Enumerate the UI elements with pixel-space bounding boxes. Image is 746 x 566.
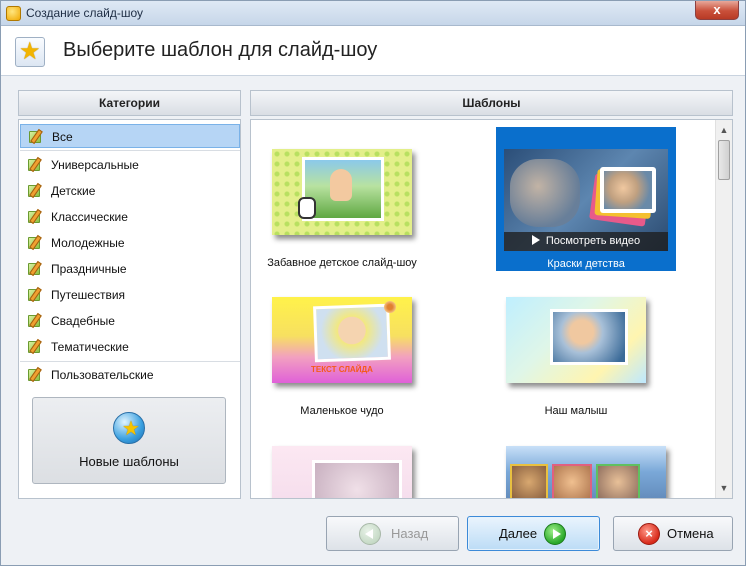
category-item-holiday[interactable]: Праздничные: [20, 257, 240, 281]
category-item-universal[interactable]: Универсальные: [20, 153, 240, 177]
template-gallery: Забавное детское слайд-шоу Посмотреть ви…: [250, 119, 733, 499]
cancel-button[interactable]: × Отмена: [613, 516, 733, 551]
category-label: Пользовательские: [51, 368, 154, 382]
template-caption: Наш малыш: [544, 405, 608, 417]
category-label: Тематические: [51, 340, 129, 354]
category-item-classic[interactable]: Классические: [20, 205, 240, 229]
template-tile[interactable]: Наш малыш: [486, 275, 666, 419]
template-thumbnail: [272, 149, 412, 235]
divider: [20, 361, 240, 362]
template-photo-child: [330, 169, 352, 201]
category-item-wedding[interactable]: Свадебные: [20, 309, 240, 333]
template-thumbnail: [506, 297, 646, 383]
divider: [20, 150, 240, 151]
next-arrow-icon: [544, 523, 566, 545]
category-item-custom[interactable]: Пользовательские: [20, 363, 240, 387]
category-label: Классические: [51, 210, 128, 224]
preview-video-label: Посмотреть видео: [545, 235, 641, 247]
template-tile-selected[interactable]: Посмотреть видео Краски детства: [496, 127, 676, 271]
category-label: Молодежные: [51, 236, 125, 250]
category-item-thematic[interactable]: Тематические: [20, 335, 240, 359]
template-tile[interactable]: [252, 424, 432, 498]
template-thumbnail: [506, 446, 666, 498]
flower-decoration: [384, 301, 396, 313]
category-icon: [28, 263, 40, 275]
globe-star-icon: ★: [113, 412, 145, 444]
title-bar[interactable]: Создание слайд-шоу x: [1, 1, 745, 26]
template-photo: [312, 460, 402, 498]
scroll-down-icon[interactable]: ▼: [716, 480, 732, 496]
category-list: Все Универсальные Детские Классические М…: [18, 119, 241, 499]
template-card: [600, 167, 656, 213]
app-icon: [6, 6, 21, 21]
template-photo: [313, 303, 391, 363]
templates-header: Шаблоны: [250, 90, 733, 116]
preview-video-button[interactable]: Посмотреть видео: [504, 232, 668, 251]
category-icon: [29, 131, 41, 143]
template-tile[interactable]: ТЕКСТ СЛАЙДА Маленькое чудо: [252, 275, 432, 419]
category-item-kids[interactable]: Детские: [20, 179, 240, 203]
category-icon: [28, 315, 40, 327]
wizard-header: ★ Выберите шаблон для слайд-шоу: [1, 26, 745, 76]
window-title: Создание слайд-шоу: [26, 6, 143, 20]
template-caption: Маленькое чудо: [300, 405, 384, 417]
categories-header: Категории: [18, 90, 241, 116]
category-icon: [28, 237, 40, 249]
template-caption: Краски детства: [547, 258, 625, 270]
window-close-button[interactable]: x: [695, 1, 739, 20]
template-overlay-text: ТЕКСТ СЛАЙДА: [311, 365, 373, 374]
category-item-all[interactable]: Все: [20, 124, 240, 148]
category-icon: [28, 211, 40, 223]
new-templates-button[interactable]: ★ Новые шаблоны: [32, 397, 226, 484]
template-photo: [596, 464, 640, 498]
template-photo-dog: [298, 197, 316, 219]
back-button[interactable]: Назад: [326, 516, 459, 551]
back-label: Назад: [391, 526, 429, 541]
category-item-travel[interactable]: Путешествия: [20, 283, 240, 307]
back-arrow-icon: [359, 523, 381, 545]
template-photo: [552, 464, 592, 498]
next-label: Далее: [499, 526, 538, 541]
category-label: Универсальные: [51, 158, 139, 172]
star-icon: ★: [15, 37, 45, 67]
template-tile[interactable]: Забавное детское слайд-шоу: [252, 127, 432, 271]
scrollbar-thumb[interactable]: [718, 140, 730, 180]
category-label: Свадебные: [51, 314, 115, 328]
page-title: Выберите шаблон для слайд-шоу: [63, 39, 378, 61]
category-item-youth[interactable]: Молодежные: [20, 231, 240, 255]
category-label: Все: [52, 130, 73, 144]
category-icon: [28, 369, 40, 381]
template-photo: [510, 464, 548, 498]
category-icon: [28, 289, 40, 301]
category-label: Праздничные: [51, 262, 127, 276]
template-photo: [510, 159, 580, 227]
category-label: Детские: [51, 184, 96, 198]
category-label: Путешествия: [51, 288, 126, 302]
cancel-label: Отмена: [667, 526, 714, 541]
template-photo: [550, 309, 628, 365]
template-caption: Забавное детское слайд-шоу: [267, 257, 417, 269]
template-thumbnail: ТЕКСТ СЛАЙДА: [272, 297, 412, 383]
scroll-up-icon[interactable]: ▲: [716, 122, 732, 138]
template-tile[interactable]: [486, 424, 666, 498]
next-button[interactable]: Далее: [467, 516, 600, 551]
slideshow-wizard-window: Создание слайд-шоу x ★ Выберите шаблон д…: [0, 0, 746, 566]
new-templates-label: Новые шаблоны: [79, 454, 179, 469]
template-thumbnail: [272, 446, 412, 498]
category-icon: [28, 341, 40, 353]
category-icon: [28, 159, 40, 171]
cancel-icon: ×: [638, 523, 660, 545]
category-icon: [28, 185, 40, 197]
template-scrollbar[interactable]: ▲ ▼: [715, 120, 732, 498]
play-icon: [531, 235, 540, 245]
template-thumbnail: Посмотреть видео: [504, 149, 668, 251]
